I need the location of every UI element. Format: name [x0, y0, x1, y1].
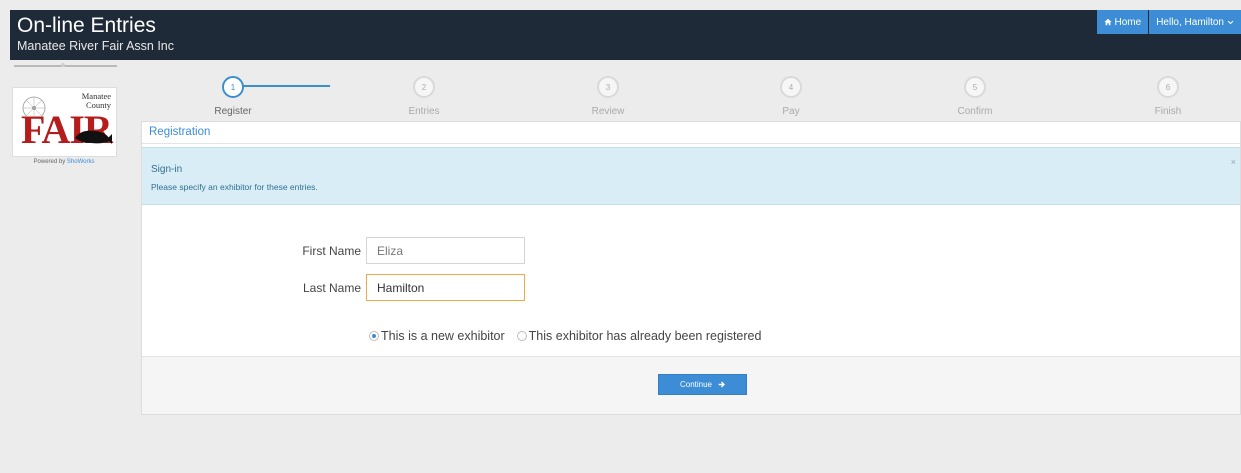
new-exhibitor-option[interactable]: This is a new exhibitor: [369, 329, 505, 343]
step-pay[interactable]: 4 Pay: [751, 76, 831, 117]
exhibitor-type-radios: This is a new exhibitor This exhibitor h…: [369, 329, 773, 343]
new-exhibitor-label: This is a new exhibitor: [381, 329, 505, 343]
existing-exhibitor-label: This exhibitor has already been register…: [528, 329, 762, 343]
arrow-right-icon: [718, 381, 725, 388]
step-label: Confirm: [957, 106, 993, 117]
powered-by: Powered by ShoWorks: [0, 159, 128, 165]
existing-exhibitor-radio[interactable]: [516, 331, 527, 341]
step-finish[interactable]: 6 Finish: [1128, 76, 1208, 117]
manatee-icon: [75, 130, 112, 144]
new-exhibitor-radio[interactable]: [369, 331, 379, 341]
sidebar-divider: [14, 65, 117, 67]
step-number: 4: [780, 76, 802, 98]
showorks-link[interactable]: ShoWorks: [67, 159, 95, 165]
continue-label: Continue: [679, 380, 713, 389]
alert-title: Sign-in: [151, 164, 183, 175]
left-sidebar: Manatee County FAIR Powered by ShoWorks: [0, 60, 128, 473]
user-menu-button[interactable]: Hello, Hamilton: [1149, 10, 1241, 34]
fair-logo[interactable]: Manatee County FAIR: [12, 87, 117, 157]
sign-in-alert: Sign-in Please specify an exhibitor for …: [142, 147, 1240, 205]
step-label: Pay: [782, 106, 800, 117]
organization-name: Manatee River Fair Assn Inc: [17, 39, 175, 53]
existing-exhibitor-option[interactable]: This exhibitor has already been register…: [516, 329, 762, 343]
step-label: Review: [591, 106, 625, 117]
close-icon[interactable]: ×: [1231, 157, 1236, 167]
first-name-input[interactable]: [366, 237, 525, 264]
top-nav: Home Hello, Hamilton: [1096, 10, 1241, 40]
page-title: On-line Entries: [17, 14, 156, 37]
sidebar-divider-dot: [61, 63, 65, 67]
chevron-down-icon: [1227, 19, 1234, 26]
last-name-row: Last Name: [278, 274, 525, 301]
step-confirm[interactable]: 5 Confirm: [935, 76, 1015, 117]
powered-by-text: Powered by: [33, 159, 66, 165]
step-entries[interactable]: 2 Entries: [384, 76, 464, 117]
registration-panel: Registration Sign-in Please specify an e…: [141, 121, 1241, 415]
step-register[interactable]: 1 Register: [193, 76, 273, 117]
alert-text: Please specify an exhibitor for these en…: [151, 182, 318, 192]
panel-footer: Continue: [142, 356, 1240, 414]
step-number: 3: [597, 76, 619, 98]
home-icon: [1103, 18, 1112, 26]
step-number: 1: [222, 76, 244, 98]
home-button[interactable]: Home: [1096, 10, 1149, 34]
last-name-input[interactable]: [366, 274, 525, 301]
wizard-steps: 1 Register 2 Entries 3 Review 4 Pay 5 Co…: [141, 62, 1241, 122]
continue-button[interactable]: Continue: [658, 374, 747, 395]
panel-heading: Registration: [142, 122, 1240, 144]
step-review[interactable]: 3 Review: [568, 76, 648, 117]
home-label: Home: [1114, 16, 1142, 28]
step-number: 5: [964, 76, 986, 98]
step-number: 6: [1157, 76, 1179, 98]
last-name-label: Last Name: [302, 280, 361, 295]
step-label: Register: [214, 106, 252, 117]
first-name-label: First Name: [302, 243, 361, 258]
step-label: Entries: [408, 106, 440, 117]
step-number: 2: [413, 76, 435, 98]
top-header: On-line Entries Manatee River Fair Assn …: [10, 10, 1241, 60]
step-label: Finish: [1154, 106, 1182, 117]
user-greeting: Hello, Hamilton: [1156, 16, 1224, 28]
first-name-row: First Name: [278, 237, 525, 264]
